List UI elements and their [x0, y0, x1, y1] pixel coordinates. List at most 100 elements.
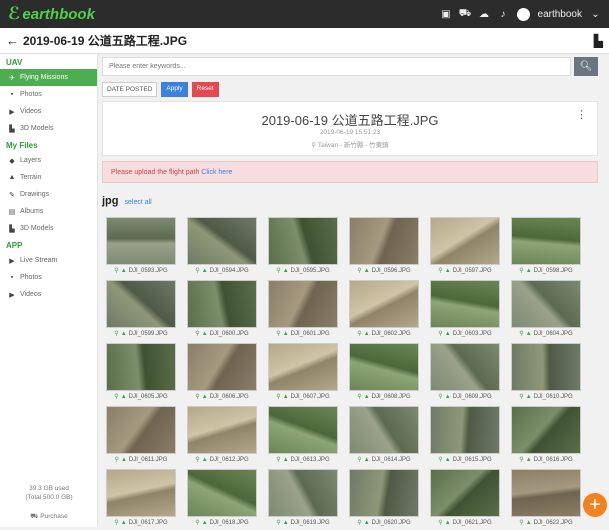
- photo-thumbnail[interactable]: [187, 280, 257, 328]
- chevron-down-icon[interactable]: ⌄: [590, 9, 601, 20]
- sidebar-item-3d-models[interactable]: ▙ 3D Models: [0, 220, 97, 237]
- photo-tile[interactable]: ⚲ ▲ DJI_0606.JPG: [187, 343, 257, 404]
- photo-tile[interactable]: ⚲ ▲ DJI_0619.JPG: [268, 469, 338, 530]
- photo-thumbnail[interactable]: [349, 343, 419, 391]
- sidebar-item-live-stream[interactable]: ▶ Live Stream: [0, 252, 97, 269]
- cloud-icon[interactable]: ☁: [479, 9, 490, 20]
- purchase-link[interactable]: ⛟ Purchase: [0, 512, 98, 521]
- photo-thumbnail[interactable]: [187, 217, 257, 265]
- photo-tile[interactable]: ⚲ ▲ DJI_0602.JPG: [349, 280, 419, 341]
- photo-tile[interactable]: ⚲ ▲ DJI_0604.JPG: [511, 280, 581, 341]
- photo-thumbnail[interactable]: [511, 217, 581, 265]
- photo-tile[interactable]: ⚲ ▲ DJI_0601.JPG: [268, 280, 338, 341]
- upload-link[interactable]: Click here: [201, 169, 232, 176]
- photo-caption: ⚲ ▲ DJI_0605.JPG: [106, 391, 176, 402]
- photo-thumbnail[interactable]: [349, 469, 419, 517]
- sidebar-item-flying-missions[interactable]: ✈ Flying Missions: [0, 69, 97, 86]
- photo-tile[interactable]: ⚲ ▲ DJI_0608.JPG: [349, 343, 419, 404]
- photo-tile[interactable]: ⚲ ▲ DJI_0614.JPG: [349, 406, 419, 467]
- photo-thumbnail[interactable]: [106, 280, 176, 328]
- photo-thumbnail[interactable]: [349, 280, 419, 328]
- photo-thumbnail[interactable]: [430, 469, 500, 517]
- sidebar-item-albums[interactable]: ▤ Albums: [0, 203, 97, 220]
- logo[interactable]: ℰ earthbook: [8, 4, 95, 24]
- sidebar-item-photos[interactable]: ▪ Photos: [0, 86, 97, 103]
- photo-tile[interactable]: ⚲ ▲ DJI_0622.JPG: [511, 469, 581, 530]
- upload-alert: Please upload the flight path Click here: [102, 161, 598, 183]
- photo-tile[interactable]: ⚲ ▲ DJI_0598.JPG: [511, 217, 581, 278]
- photo-thumbnail[interactable]: [430, 280, 500, 328]
- user-name[interactable]: earthbook: [538, 9, 582, 20]
- photo-thumbnail[interactable]: [106, 217, 176, 265]
- photo-tile[interactable]: ⚲ ▲ DJI_0597.JPG: [430, 217, 500, 278]
- photo-thumbnail[interactable]: [187, 406, 257, 454]
- back-arrow-icon[interactable]: ←: [6, 33, 19, 48]
- sidebar-item-drawings[interactable]: ✎ Drawings: [0, 186, 97, 203]
- photo-tile[interactable]: ⚲ ▲ DJI_0595.JPG: [268, 217, 338, 278]
- photo-thumbnail[interactable]: [268, 217, 338, 265]
- photo-tile[interactable]: ⚲ ▲ DJI_0610.JPG: [511, 343, 581, 404]
- photo-thumbnail[interactable]: [268, 406, 338, 454]
- photo-thumbnail[interactable]: [349, 406, 419, 454]
- sidebar-item-videos[interactable]: ▶ Videos: [0, 103, 97, 120]
- photo-thumbnail[interactable]: [106, 406, 176, 454]
- search-input[interactable]: [102, 57, 571, 76]
- photo-tile[interactable]: ⚲ ▲ DJI_0594.JPG: [187, 217, 257, 278]
- notebook-icon[interactable]: ▣: [441, 9, 452, 20]
- bell-icon[interactable]: ♪: [498, 9, 509, 20]
- photo-tile[interactable]: ⚲ ▲ DJI_0607.JPG: [268, 343, 338, 404]
- photo-tile[interactable]: ⚲ ▲ DJI_0618.JPG: [187, 469, 257, 530]
- sidebar-item-terrain[interactable]: ▲ Terrain: [0, 169, 97, 186]
- apply-button[interactable]: Apply: [161, 82, 188, 97]
- building-icon[interactable]: ▙: [594, 34, 603, 48]
- photo-tile[interactable]: ⚲ ▲ DJI_0613.JPG: [268, 406, 338, 467]
- photo-tile[interactable]: ⚲ ▲ DJI_0616.JPG: [511, 406, 581, 467]
- photo-tile[interactable]: ⚲ ▲ DJI_0620.JPG: [349, 469, 419, 530]
- sidebar-item-photos[interactable]: ▪ Photos: [0, 269, 97, 286]
- search-button[interactable]: 🔍︎: [574, 57, 598, 76]
- photo-thumbnail[interactable]: [268, 280, 338, 328]
- photo-thumbnail[interactable]: [511, 343, 581, 391]
- photo-tile[interactable]: ⚲ ▲ DJI_0596.JPG: [349, 217, 419, 278]
- more-options-icon[interactable]: ⋮: [576, 108, 587, 121]
- photo-thumbnail[interactable]: [511, 469, 581, 517]
- photo-thumbnail[interactable]: [187, 343, 257, 391]
- photo-tile[interactable]: ⚲ ▲ DJI_0617.JPG: [106, 469, 176, 530]
- building-icon: ▙: [9, 125, 15, 133]
- photo-thumbnail[interactable]: [511, 406, 581, 454]
- photo-thumbnail[interactable]: [268, 343, 338, 391]
- photo-thumbnail[interactable]: [187, 469, 257, 517]
- photo-filename: DJI_0618.JPG: [209, 519, 249, 526]
- photo-thumbnail[interactable]: [106, 343, 176, 391]
- sidebar-item-3d-models[interactable]: ▙ 3D Models: [0, 120, 97, 137]
- photo-tile[interactable]: ⚲ ▲ DJI_0605.JPG: [106, 343, 176, 404]
- sidebar-item-label: Videos: [20, 291, 42, 298]
- photo-tile[interactable]: ⚲ ▲ DJI_0615.JPG: [430, 406, 500, 467]
- reset-button[interactable]: Reset: [191, 82, 219, 97]
- sidebar-item-videos[interactable]: ▶ Videos: [0, 286, 97, 303]
- photo-thumbnail[interactable]: [106, 469, 176, 517]
- photo-tile[interactable]: ⚲ ▲ DJI_0621.JPG: [430, 469, 500, 530]
- select-all-link[interactable]: select all: [125, 199, 152, 206]
- cart-icon[interactable]: ⛟: [459, 8, 472, 20]
- date-posted-button[interactable]: DATE POSTED: [102, 82, 158, 97]
- photo-thumbnail[interactable]: [430, 343, 500, 391]
- photo-thumbnail[interactable]: [511, 280, 581, 328]
- photo-tile[interactable]: ⚲ ▲ DJI_0611.JPG: [106, 406, 176, 467]
- photo-thumbnail[interactable]: [268, 469, 338, 517]
- sidebar-item-layers[interactable]: ◆ Layers: [0, 152, 97, 169]
- mountain-icon: ▲: [201, 393, 208, 400]
- photo-tile[interactable]: ⚲ ▲ DJI_0599.JPG: [106, 280, 176, 341]
- photo-thumbnail[interactable]: [430, 217, 500, 265]
- sidebar-item-label: Photos: [20, 91, 42, 98]
- photo-tile[interactable]: ⚲ ▲ DJI_0612.JPG: [187, 406, 257, 467]
- photo-tile[interactable]: ⚲ ▲ DJI_0593.JPG: [106, 217, 176, 278]
- photo-tile[interactable]: ⚲ ▲ DJI_0600.JPG: [187, 280, 257, 341]
- mountain-icon: ▲: [120, 330, 127, 337]
- photo-tile[interactable]: ⚲ ▲ DJI_0603.JPG: [430, 280, 500, 341]
- add-button[interactable]: +: [583, 493, 607, 517]
- photo-thumbnail[interactable]: [430, 406, 500, 454]
- photo-tile[interactable]: ⚲ ▲ DJI_0609.JPG: [430, 343, 500, 404]
- photo-thumbnail[interactable]: [349, 217, 419, 265]
- avatar[interactable]: [516, 7, 530, 21]
